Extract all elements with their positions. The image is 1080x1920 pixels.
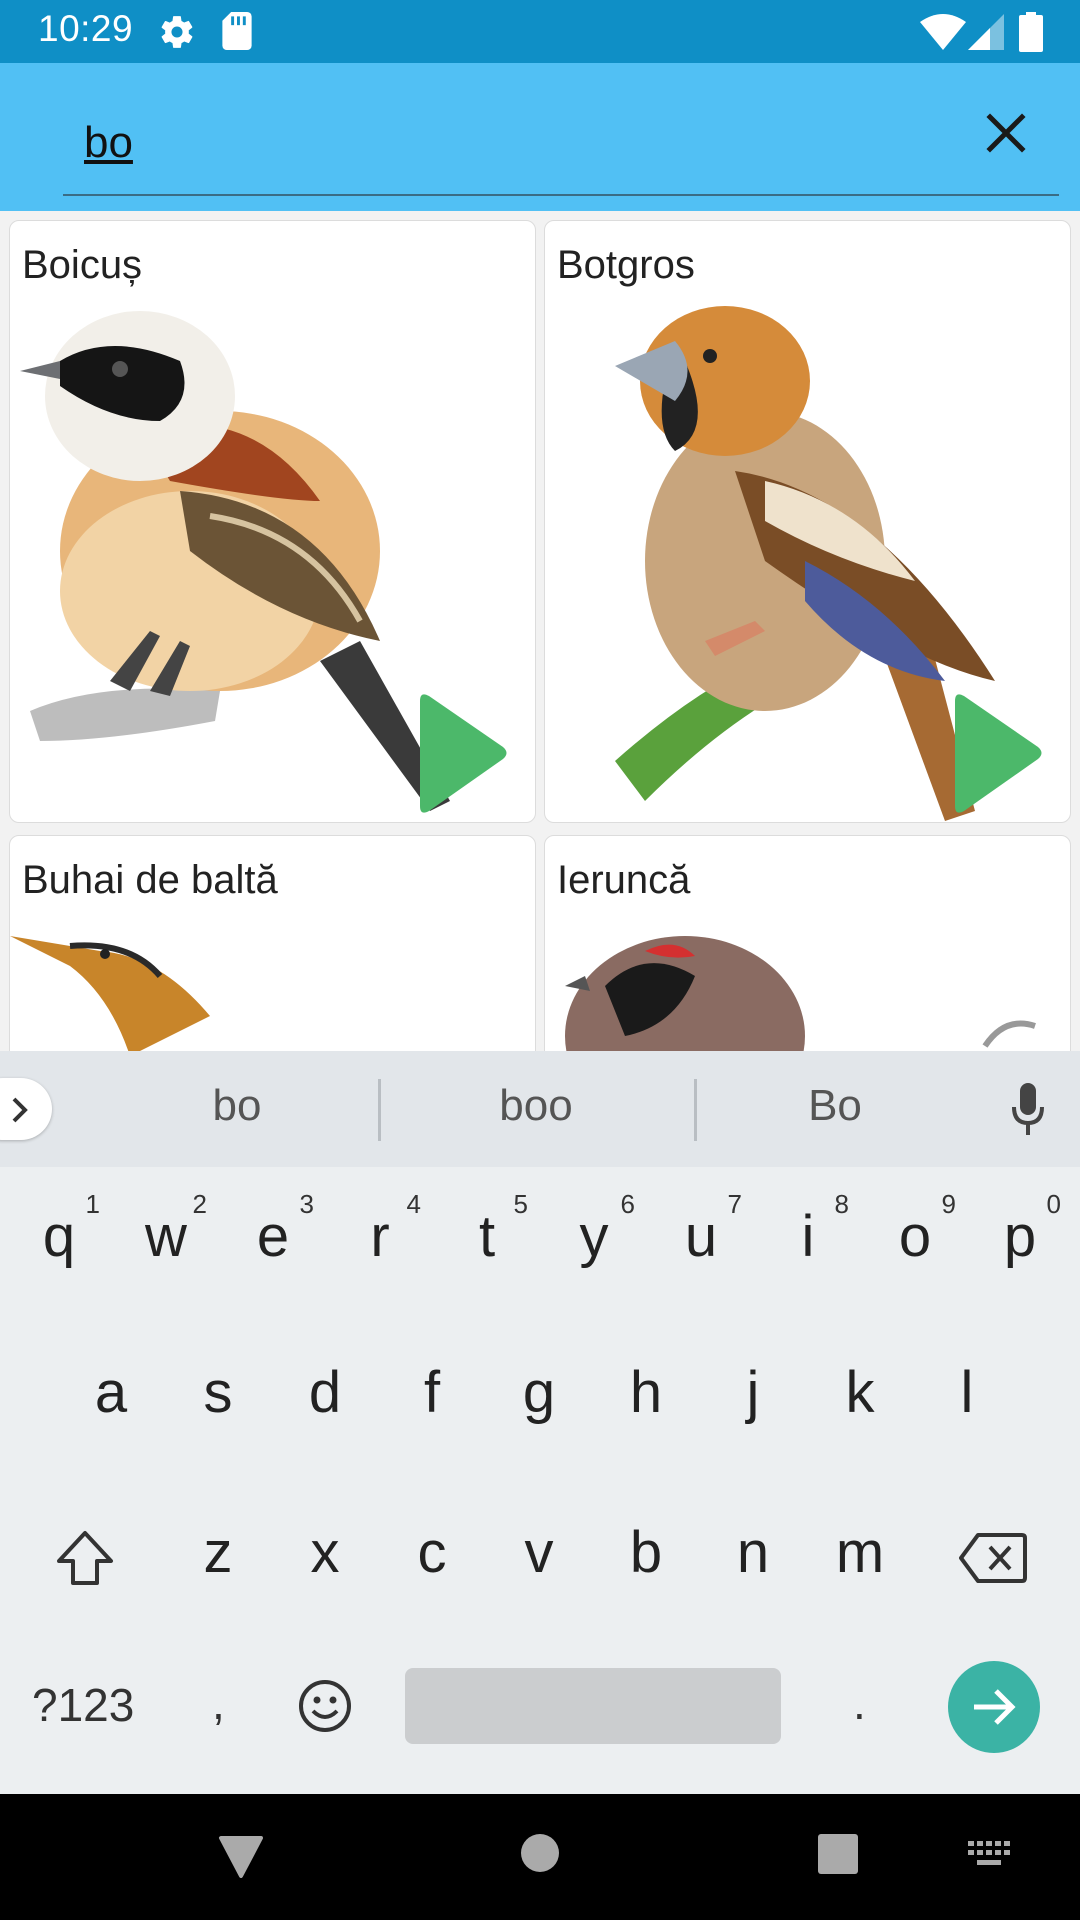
nav-recents-icon[interactable]	[818, 1834, 858, 1874]
key-f[interactable]: f	[387, 1331, 477, 1451]
search-app-bar	[0, 63, 1080, 211]
key-v[interactable]: v	[494, 1491, 584, 1611]
search-input[interactable]	[84, 107, 944, 179]
suggestion-1[interactable]: bo	[137, 1081, 337, 1131]
suggestion-divider	[694, 1079, 697, 1141]
emoji-icon[interactable]	[298, 1679, 352, 1733]
key-a[interactable]: a	[66, 1331, 156, 1451]
key-o[interactable]: o 9	[870, 1181, 960, 1301]
bird-image	[10, 936, 210, 1051]
key-r[interactable]: r 4	[335, 1181, 425, 1301]
suggestion-3[interactable]: Bo	[735, 1081, 935, 1131]
key-p[interactable]: p 0	[975, 1181, 1065, 1301]
sd-card-icon	[222, 12, 252, 50]
key-q[interactable]: q 1	[14, 1181, 104, 1301]
key-c[interactable]: c	[387, 1491, 477, 1611]
bird-card-boicus[interactable]: Boicuș	[9, 220, 536, 823]
key-k[interactable]: k	[815, 1331, 905, 1451]
key-y[interactable]: y 6	[549, 1181, 639, 1301]
clear-search-close-icon[interactable]	[978, 105, 1034, 161]
shift-icon[interactable]	[55, 1529, 115, 1587]
play-sound-icon[interactable]	[415, 691, 510, 816]
key-e[interactable]: e 3	[228, 1181, 318, 1301]
backspace-icon[interactable]	[958, 1531, 1028, 1585]
bird-card-ierunca[interactable]: Ieruncă	[544, 835, 1071, 1051]
bird-name: Botgros	[557, 243, 695, 287]
bird-card-buhai-de-balta[interactable]: Buhai de baltă	[9, 835, 536, 1051]
key-n[interactable]: n	[708, 1491, 798, 1611]
suggestion-2[interactable]: boo	[436, 1081, 636, 1131]
key-i[interactable]: i 8	[763, 1181, 853, 1301]
period-key[interactable]: .	[853, 1676, 866, 1730]
suggestion-strip: bo boo Bo	[0, 1051, 1080, 1167]
status-bar: 10:29	[0, 0, 1080, 63]
bird-card-botgros[interactable]: Botgros	[544, 220, 1071, 823]
key-m[interactable]: m	[815, 1491, 905, 1611]
suggestion-divider	[378, 1079, 381, 1141]
microphone-icon[interactable]	[1010, 1083, 1046, 1135]
keyboard-switch-icon[interactable]	[968, 1841, 1010, 1867]
space-bar[interactable]	[405, 1668, 781, 1744]
key-b[interactable]: b	[601, 1491, 691, 1611]
enter-button[interactable]	[948, 1661, 1040, 1753]
expand-toolbar-button[interactable]	[0, 1078, 52, 1140]
key-d[interactable]: d	[280, 1331, 370, 1451]
battery-icon	[1019, 12, 1043, 52]
key-u[interactable]: u 7	[656, 1181, 746, 1301]
chevron-right-icon	[12, 1097, 28, 1123]
system-nav-bar	[0, 1794, 1080, 1920]
bird-image	[565, 936, 1036, 1051]
key-z[interactable]: z	[173, 1491, 263, 1611]
bird-grid: Boicuș Botgros Buhai de baltă Ieruncă	[0, 211, 1080, 1051]
play-sound-icon[interactable]	[950, 691, 1045, 816]
status-time: 10:29	[38, 8, 134, 49]
key-h[interactable]: h	[601, 1331, 691, 1451]
bird-name: Buhai de baltă	[22, 858, 278, 902]
bird-name: Boicuș	[22, 243, 143, 287]
key-t[interactable]: t 5	[442, 1181, 532, 1301]
key-j[interactable]: j	[708, 1331, 798, 1451]
nav-back-icon[interactable]	[217, 1834, 265, 1878]
comma-key[interactable]: ,	[212, 1676, 225, 1730]
arrow-right-icon	[974, 1689, 1016, 1725]
settings-gear-icon	[161, 16, 193, 48]
key-x[interactable]: x	[280, 1491, 370, 1611]
nav-home-icon[interactable]	[521, 1834, 559, 1872]
on-screen-keyboard: bo boo Bo q 1 w 2 e 3 r 4 t 5 y 6 u 7 i …	[0, 1051, 1080, 1794]
screen: 10:29 Boicuș	[0, 0, 1080, 1920]
key-s[interactable]: s	[173, 1331, 263, 1451]
symbols-key[interactable]: ?123	[32, 1678, 134, 1732]
key-l[interactable]: l	[922, 1331, 1012, 1451]
search-underline	[63, 194, 1059, 196]
bird-name: Ieruncă	[557, 858, 691, 902]
key-g[interactable]: g	[494, 1331, 584, 1451]
cell-signal-icon	[968, 14, 1004, 50]
wifi-icon	[920, 14, 966, 50]
key-w[interactable]: w 2	[121, 1181, 211, 1301]
